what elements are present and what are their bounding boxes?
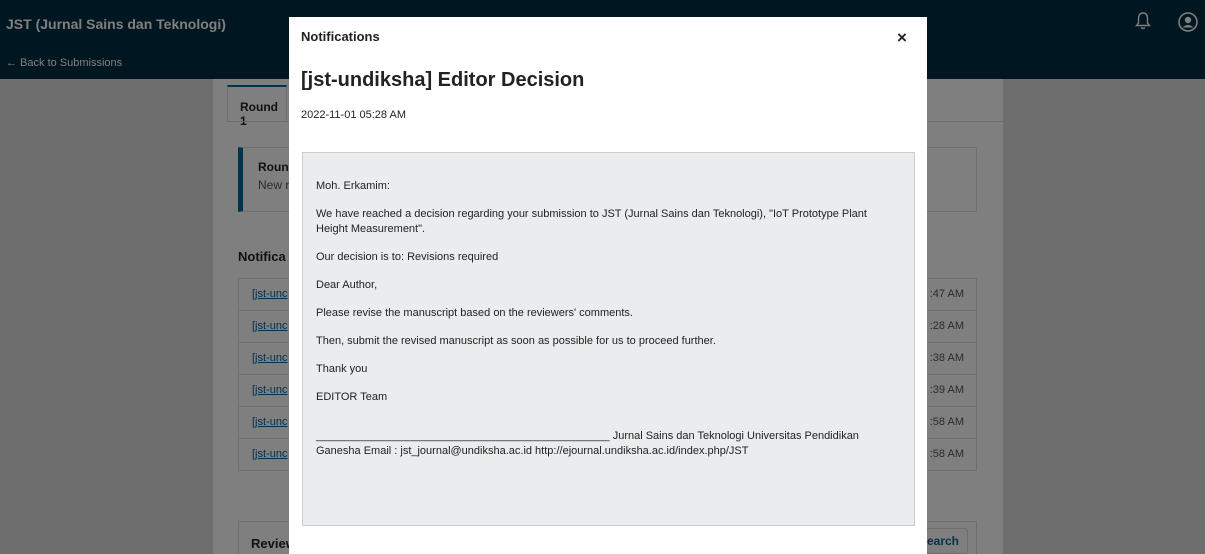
close-icon[interactable]: × [897, 28, 907, 48]
email-signature: ________________________________________… [316, 430, 859, 457]
email-body: Moh. Erkamim: We have reached a decision… [302, 152, 915, 526]
email-paragraph: Please revise the manuscript based on th… [316, 307, 633, 319]
email-paragraph: Our decision is to: Revisions required [316, 251, 499, 263]
email-paragraph: Then, submit the revised manuscript as s… [316, 335, 716, 347]
email-paragraph: EDITOR Team [316, 391, 388, 403]
email-paragraph: Thank you [316, 363, 368, 375]
email-paragraph: Dear Author, [316, 279, 378, 291]
email-greeting: Moh. Erkamim: [316, 180, 390, 192]
email-subject: [jst-undiksha] Editor Decision [301, 69, 585, 91]
email-date: 2022-11-01 05:28 AM [301, 109, 406, 121]
email-paragraph: We have reached a decision regarding you… [316, 208, 867, 235]
notification-modal: Notifications × [jst-undiksha] Editor De… [289, 17, 927, 554]
modal-title: Notifications [301, 29, 380, 44]
